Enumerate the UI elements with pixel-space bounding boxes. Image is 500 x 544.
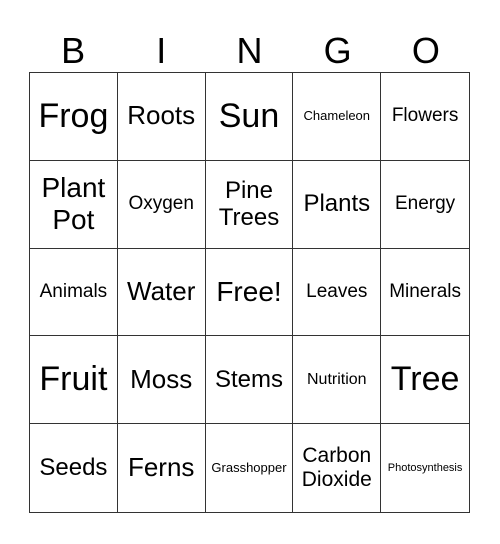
bingo-cell[interactable]: Water xyxy=(117,248,206,337)
bingo-cell[interactable]: Ferns xyxy=(118,424,206,512)
bingo-cell[interactable]: Fruit xyxy=(30,336,118,425)
header-letter-o: O xyxy=(411,30,440,71)
header-letter-b: B xyxy=(61,30,86,71)
bingo-cell[interactable]: Stems xyxy=(205,336,294,425)
bingo-cell[interactable]: Photosynthesis xyxy=(381,424,469,512)
bingo-cell[interactable]: Animals xyxy=(30,248,118,337)
bingo-cell[interactable]: Plants xyxy=(293,160,382,249)
header-letter-n: N xyxy=(236,30,263,71)
bingo-cell[interactable]: Sun xyxy=(205,73,294,161)
bingo-cell[interactable]: Pine Trees xyxy=(205,160,294,249)
bingo-header: B I N G O xyxy=(29,30,470,72)
bingo-cell[interactable]: Chameleon xyxy=(293,73,382,161)
header-letter-g: G xyxy=(323,30,352,71)
bingo-cell[interactable]: Plant Pot xyxy=(30,160,118,249)
header-letter-i: I xyxy=(156,30,167,71)
bingo-cell[interactable]: Energy xyxy=(381,161,469,249)
bingo-cell[interactable]: Nutrition xyxy=(293,336,382,425)
bingo-cell[interactable]: Flowers xyxy=(381,73,469,161)
bingo-cell[interactable]: Roots xyxy=(117,73,206,161)
bingo-grid: Frog Roots Sun Chameleon Flowers Plant P… xyxy=(29,72,470,513)
bingo-cell[interactable]: Leaves xyxy=(293,248,382,337)
bingo-cell[interactable]: Frog xyxy=(30,73,118,161)
bingo-cell[interactable]: Grasshopper xyxy=(206,424,294,512)
bingo-cell[interactable]: Seeds xyxy=(30,424,118,512)
bingo-cell[interactable]: Carbon Dioxide xyxy=(293,424,382,512)
free-space-cell[interactable]: Free! xyxy=(205,248,294,337)
bingo-cell[interactable]: Minerals xyxy=(381,249,469,337)
bingo-cell[interactable]: Moss xyxy=(117,336,206,425)
bingo-cell[interactable]: Tree xyxy=(381,336,469,425)
bingo-cell[interactable]: Oxygen xyxy=(117,160,206,249)
